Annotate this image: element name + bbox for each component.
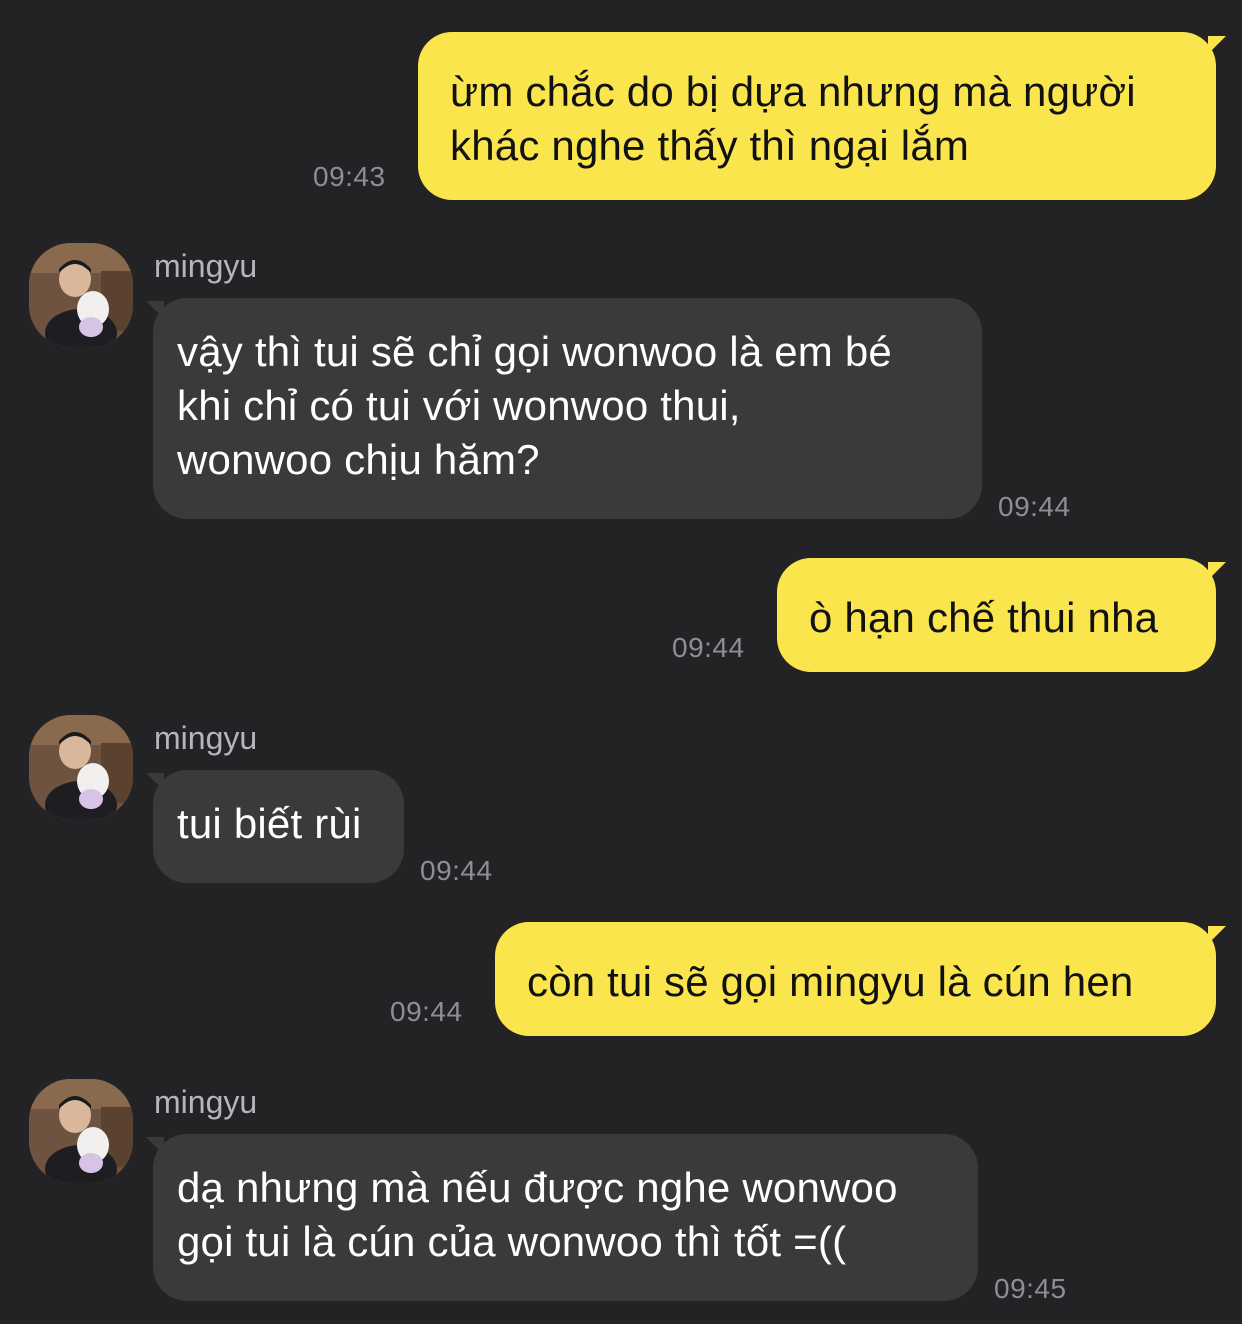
sender-name: mingyu [154,248,258,284]
message-timestamp: 09:45 [994,1273,1067,1304]
sender-avatar[interactable] [29,243,133,347]
message-timestamp: 09:43 [313,161,386,192]
avatar-photo-icon [29,243,133,347]
outgoing-message-bubble[interactable]: ừm chắc do bị dựa nhưng mà người khác ng… [418,32,1216,200]
sender-name: mingyu [154,1084,258,1120]
incoming-message-bubble[interactable]: tui biết rùi [153,770,404,883]
sender-avatar[interactable] [29,715,133,819]
message-timestamp: 09:44 [390,996,463,1027]
message-timestamp: 09:44 [998,491,1071,522]
incoming-message-bubble[interactable]: vậy thì tui sẽ chỉ gọi wonwoo là em bé k… [153,298,982,519]
avatar-photo-icon [29,1079,133,1183]
outgoing-message-bubble[interactable]: còn tui sẽ gọi mingyu là cún hen [495,922,1216,1036]
incoming-message-bubble[interactable]: dạ nhưng mà nếu được nghe wonwoo gọi tui… [153,1134,978,1301]
sender-avatar[interactable] [29,1079,133,1183]
message-timestamp: 09:44 [672,632,745,663]
sender-name: mingyu [154,720,258,756]
message-timestamp: 09:44 [420,855,493,886]
outgoing-message-bubble[interactable]: ò hạn chế thui nha [777,558,1216,672]
avatar-photo-icon [29,715,133,819]
